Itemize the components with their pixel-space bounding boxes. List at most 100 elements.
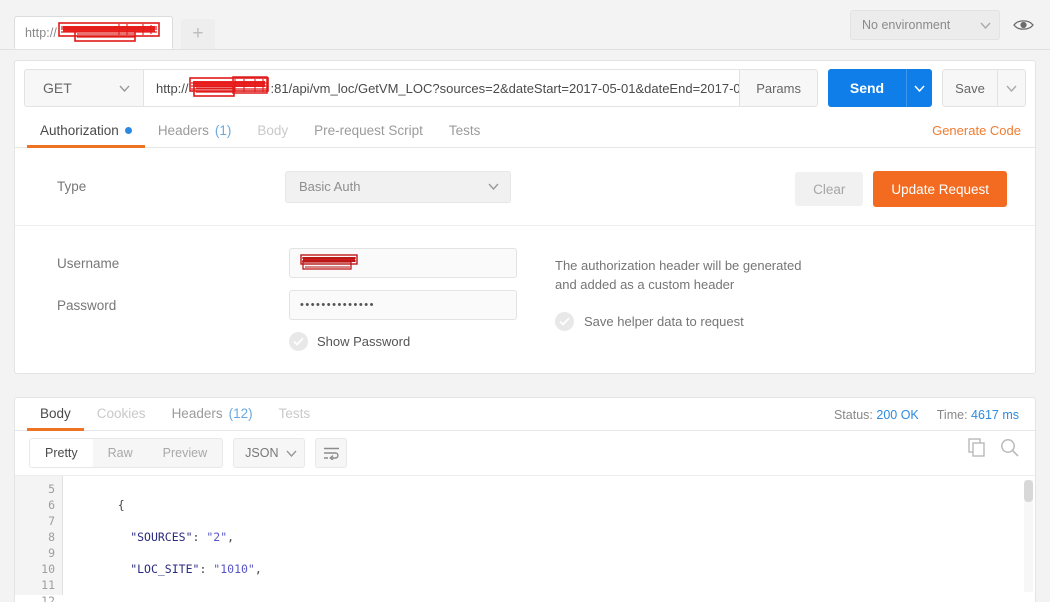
response-toolbar: Pretty Raw Preview JSON bbox=[15, 431, 1035, 475]
response-actions bbox=[968, 438, 1019, 457]
line-number: 10 bbox=[41, 562, 55, 576]
request-tab[interactable]: http:// bbox=[14, 16, 173, 49]
url-input[interactable]: http:// :81/api/vm_loc/GetVM_LOC?sources… bbox=[144, 69, 741, 107]
code-trail: , bbox=[254, 562, 262, 576]
check-icon bbox=[293, 337, 304, 346]
show-password-label: Show Password bbox=[317, 334, 411, 349]
code-line: "SOURCES": "2", bbox=[93, 529, 1035, 545]
response-tab-headers-label: Headers bbox=[171, 406, 223, 421]
response-time-value: 4617 ms bbox=[971, 408, 1019, 422]
http-method-label: GET bbox=[43, 80, 72, 96]
send-button[interactable]: Send bbox=[828, 69, 906, 107]
chevron-down-icon bbox=[488, 183, 499, 190]
top-bar: http:// + No environment bbox=[0, 0, 1050, 50]
code-scrollbar[interactable] bbox=[1024, 480, 1033, 592]
view-mode-pretty[interactable]: Pretty bbox=[30, 439, 93, 467]
chevron-down-icon bbox=[914, 84, 925, 92]
auth-helper-line-1: The authorization header will be generat… bbox=[555, 258, 802, 273]
save-helper-checkbox[interactable] bbox=[555, 312, 574, 331]
password-input[interactable]: •••••••••••••• bbox=[289, 290, 517, 320]
word-wrap-icon bbox=[323, 447, 339, 460]
save-options-button[interactable] bbox=[998, 69, 1026, 107]
environment-select[interactable]: No environment bbox=[850, 10, 1000, 40]
tab-strip: http:// + bbox=[14, 16, 215, 49]
new-tab-button[interactable]: + bbox=[180, 19, 215, 49]
line-number: 7 bbox=[48, 514, 55, 528]
code-line: { bbox=[93, 497, 1035, 513]
response-tab-body[interactable]: Body bbox=[27, 406, 84, 431]
tab-body[interactable]: Body bbox=[244, 123, 301, 147]
http-method-select[interactable]: GET bbox=[24, 69, 144, 107]
code-sep: : bbox=[192, 530, 207, 544]
line-number: 12 bbox=[41, 594, 55, 602]
password-label: Password bbox=[57, 297, 117, 313]
search-button[interactable] bbox=[1000, 438, 1019, 457]
show-password-row[interactable]: Show Password bbox=[289, 332, 1035, 351]
save-helper-row[interactable]: Save helper data to request bbox=[555, 312, 744, 331]
response-body-viewer[interactable]: 5 6 7 8 9 10 11 12 { "SOURCES": "2", "LO… bbox=[15, 475, 1035, 602]
chevron-down-icon bbox=[286, 450, 297, 457]
generate-code-link[interactable]: Generate Code bbox=[932, 123, 1021, 138]
response-time-label: Time: bbox=[936, 408, 968, 422]
response-tab-headers[interactable]: Headers (12) bbox=[159, 406, 266, 430]
url-row: GET http:// :81/api/vm_loc/GetVM_LOC?sou… bbox=[15, 61, 1035, 115]
view-mode-raw[interactable]: Raw bbox=[93, 439, 148, 467]
password-row: Password •••••••••••••• bbox=[57, 290, 1035, 320]
response-format-value: JSON bbox=[245, 446, 279, 460]
code-punct: { bbox=[117, 498, 125, 512]
response-status-label: Status: bbox=[833, 408, 873, 422]
eye-icon bbox=[1012, 20, 1034, 30]
request-panel: GET http:// :81/api/vm_loc/GetVM_LOC?sou… bbox=[14, 60, 1036, 374]
credentials-section: Username Password •••••••••••••• Show Pa… bbox=[15, 226, 1035, 373]
username-input[interactable] bbox=[289, 248, 517, 278]
redaction-mark-url bbox=[188, 75, 271, 101]
response-tab-tests[interactable]: Tests bbox=[266, 406, 324, 430]
word-wrap-button[interactable] bbox=[315, 438, 348, 468]
copy-button[interactable] bbox=[968, 438, 986, 457]
auth-type-select[interactable]: Basic Auth bbox=[285, 170, 511, 203]
response-time: Time: 4617 ms bbox=[937, 408, 1019, 422]
tab-authorization[interactable]: Authorization bbox=[27, 123, 145, 148]
redaction-mark-tab bbox=[57, 21, 162, 45]
line-number: 6 bbox=[48, 498, 55, 512]
copy-icon bbox=[968, 438, 985, 457]
environment-quick-look-button[interactable] bbox=[1008, 10, 1038, 40]
chevron-down-icon bbox=[980, 22, 991, 29]
auth-type-label: Type bbox=[57, 179, 87, 194]
username-label: Username bbox=[57, 255, 120, 271]
tab-tests[interactable]: Tests bbox=[436, 123, 494, 147]
code-key: "LOC_LOC" bbox=[130, 594, 192, 595]
environment-area: No environment bbox=[850, 10, 1038, 40]
url-prefix: http:// bbox=[156, 80, 189, 96]
code-scrollbar-thumb[interactable] bbox=[1024, 480, 1033, 502]
response-status-value: 200 OK bbox=[876, 408, 919, 422]
redaction-mark-username bbox=[300, 253, 362, 273]
tab-pre-request-script[interactable]: Pre-request Script bbox=[301, 123, 436, 147]
auth-active-dot-icon bbox=[124, 127, 132, 134]
update-request-button[interactable]: Update Request bbox=[873, 171, 1007, 207]
tab-authorization-label: Authorization bbox=[40, 123, 119, 138]
auth-helper-text: The authorization header will be generat… bbox=[555, 256, 801, 294]
save-button[interactable]: Save bbox=[942, 69, 998, 107]
view-mode-preview[interactable]: Preview bbox=[148, 439, 222, 467]
view-mode-group: Pretty Raw Preview bbox=[29, 438, 224, 468]
params-button[interactable]: Params bbox=[740, 69, 818, 107]
tab-headers[interactable]: Headers (1) bbox=[145, 123, 245, 147]
response-tab-cookies[interactable]: Cookies bbox=[84, 406, 159, 430]
clear-button[interactable]: Clear bbox=[795, 172, 864, 206]
request-tab-label: http:// bbox=[25, 25, 57, 40]
send-options-button[interactable] bbox=[906, 69, 932, 107]
environment-selected-label: No environment bbox=[862, 18, 951, 32]
code-line: "LOC_LOC": "OVR-PC02", bbox=[93, 593, 1035, 595]
auth-type-row: Type Basic Auth Clear Update Request bbox=[15, 148, 1035, 226]
response-panel: Body Cookies Headers (12) Tests Status: … bbox=[14, 397, 1036, 602]
code-value: "2" bbox=[206, 530, 228, 544]
line-number: 8 bbox=[48, 530, 55, 544]
show-password-checkbox[interactable] bbox=[289, 332, 308, 351]
line-number: 5 bbox=[48, 482, 55, 496]
request-tabs: Authorization Headers (1) Body Pre-reque… bbox=[15, 115, 1035, 148]
password-masked-value: •••••••••••••• bbox=[300, 299, 375, 311]
response-format-select[interactable]: JSON bbox=[233, 438, 306, 468]
save-button-group: Save bbox=[942, 69, 1026, 107]
auth-helper-line-2: and added as a custom header bbox=[555, 277, 735, 292]
